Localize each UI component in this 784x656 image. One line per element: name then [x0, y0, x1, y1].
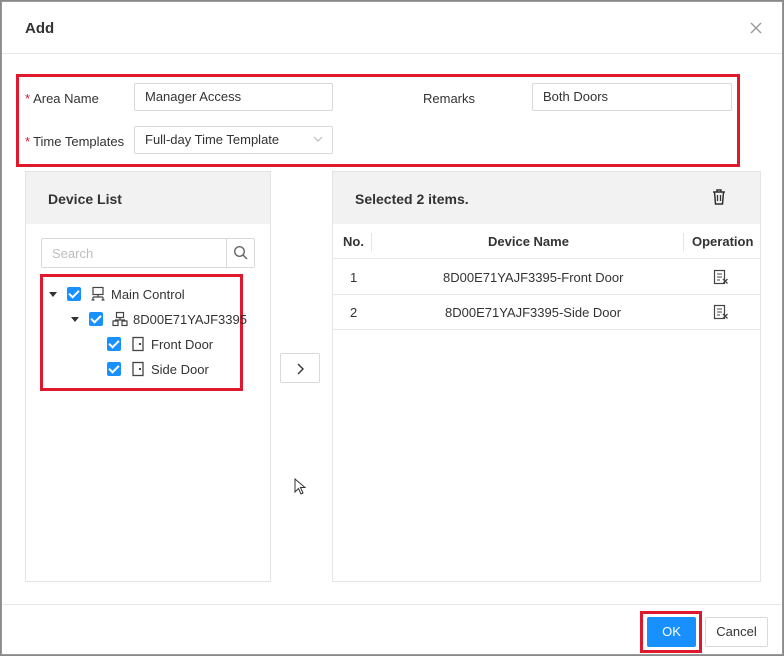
controller-icon	[91, 286, 105, 301]
chevron-right-icon	[297, 363, 304, 375]
time-templates-value: Full-day Time Template	[145, 132, 280, 147]
dialog-header: Add	[2, 2, 782, 54]
time-templates-label: * Time Templates	[25, 134, 125, 149]
remove-item-icon[interactable]	[713, 269, 729, 285]
mouse-cursor-icon	[294, 478, 306, 495]
tree-label: 8D00E71YAJF3395	[133, 311, 247, 327]
checkbox-device[interactable]	[89, 312, 103, 326]
time-templates-select[interactable]: Full-day Time Template	[134, 126, 333, 154]
dialog-title: Add	[25, 20, 55, 37]
selected-header: Selected 2 items.	[333, 172, 760, 224]
column-no: No.	[343, 234, 364, 249]
area-name-label: * Area Name	[25, 91, 99, 106]
device-list-header: Device List	[26, 172, 270, 224]
door-icon	[132, 361, 144, 377]
door-icon	[132, 336, 144, 352]
row-no: 1	[350, 270, 358, 285]
expand-caret-icon[interactable]	[49, 291, 57, 297]
device-icon	[112, 311, 128, 327]
device-search-input[interactable]: Search	[41, 238, 255, 268]
row-device-name: 8D00E71YAJF3395-Side Door	[445, 305, 622, 320]
selected-table-header: No. Device Name Operation	[333, 224, 760, 259]
row-device-name: 8D00E71YAJF3395-Front Door	[443, 270, 624, 285]
row-no: 2	[350, 305, 358, 320]
remove-item-icon[interactable]	[713, 304, 729, 320]
device-list-title: Device List	[48, 191, 122, 207]
remarks-input[interactable]: Both Doors	[532, 83, 732, 111]
selected-panel: Selected 2 items. No. Device Name Operat…	[332, 171, 761, 582]
device-list-panel: Device List Search Main Control 8D00E71Y…	[25, 171, 271, 582]
search-placeholder: Search	[52, 246, 94, 261]
cancel-button[interactable]: Cancel	[705, 617, 768, 647]
selected-title: Selected 2 items.	[355, 191, 469, 207]
tree-label: Side Door	[151, 361, 209, 377]
checkbox-front-door[interactable]	[107, 337, 121, 351]
tree-label: Main Control	[111, 286, 185, 302]
search-button[interactable]	[226, 239, 254, 267]
close-icon[interactable]	[746, 18, 766, 38]
trash-icon[interactable]	[711, 188, 727, 206]
column-divider	[371, 233, 372, 251]
add-to-selected-button[interactable]	[280, 353, 320, 383]
checkbox-main-control[interactable]	[67, 287, 81, 301]
tree-item-main-control[interactable]: Main Control	[49, 284, 185, 304]
tree-item-side-door[interactable]: Side Door	[107, 359, 209, 379]
tree-item-front-door[interactable]: Front Door	[107, 334, 213, 354]
search-icon	[233, 245, 248, 260]
table-row: 2 8D00E71YAJF3395-Side Door	[333, 295, 760, 330]
expand-caret-icon[interactable]	[71, 316, 79, 322]
dialog-footer: OK Cancel	[2, 604, 782, 654]
chevron-down-icon	[313, 136, 323, 142]
add-dialog: Add * Area Name Manager Access Remarks Bo…	[1, 1, 783, 655]
ok-button[interactable]: OK	[647, 617, 696, 647]
column-divider	[683, 233, 684, 251]
remarks-label: Remarks	[423, 91, 476, 106]
table-row: 1 8D00E71YAJF3395-Front Door	[333, 260, 760, 295]
checkbox-side-door[interactable]	[107, 362, 121, 376]
area-name-input[interactable]: Manager Access	[134, 83, 333, 111]
column-operation: Operation	[692, 234, 754, 249]
tree-item-device[interactable]: 8D00E71YAJF3395	[71, 309, 247, 329]
column-device-name: Device Name	[488, 234, 569, 249]
tree-label: Front Door	[151, 336, 214, 352]
